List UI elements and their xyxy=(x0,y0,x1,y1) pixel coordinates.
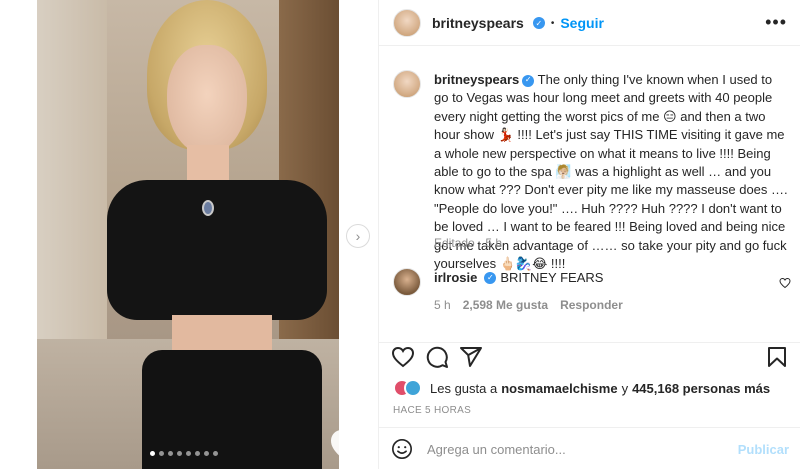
heart-overlay-icon xyxy=(331,430,339,456)
post-media[interactable]: › xyxy=(0,0,378,469)
add-comment-bar: Agrega un comentario... Publicar xyxy=(379,427,800,469)
actions-bar: Les gusta a nosmamaelchisme y 445,168 pe… xyxy=(379,342,800,427)
commenter-avatar[interactable] xyxy=(393,268,421,296)
comment-time: 5 h xyxy=(434,298,451,312)
author-avatar[interactable] xyxy=(393,9,421,37)
photo-pendant xyxy=(202,200,214,216)
comment-text: BRITNEY FEARS xyxy=(500,270,604,285)
more-icon: ••• xyxy=(765,12,787,32)
header-separator: • xyxy=(550,17,555,29)
carousel-dot xyxy=(168,451,173,456)
caption-avatar[interactable] xyxy=(393,70,421,98)
carousel-dots xyxy=(150,451,218,456)
chevron-right-icon: › xyxy=(355,228,361,244)
follow-button[interactable]: Seguir xyxy=(560,15,604,31)
caption-edited: Editado xyxy=(434,236,475,250)
photo-belly xyxy=(172,315,272,355)
carousel-dot xyxy=(186,451,191,456)
comment-likes[interactable]: 2,598 Me gusta xyxy=(463,298,548,312)
more-options-button[interactable]: ••• xyxy=(765,12,787,33)
photo-top xyxy=(107,180,327,320)
carousel-dot xyxy=(195,451,200,456)
publish-button[interactable]: Publicar xyxy=(738,442,789,457)
carousel-dot xyxy=(159,451,164,456)
post-panel: britneyspears ✓ • Seguir ••• britneyspea… xyxy=(378,0,800,469)
comment-input[interactable]: Agrega un comentario... xyxy=(427,442,566,457)
share-icon[interactable] xyxy=(459,345,483,369)
carousel-dot xyxy=(177,451,182,456)
carousel-dot xyxy=(213,451,218,456)
comment-icon[interactable] xyxy=(425,345,449,369)
liker-avatar[interactable] xyxy=(404,379,422,397)
commenter-username[interactable]: irlrosie xyxy=(434,270,477,285)
like-icon[interactable] xyxy=(391,345,415,369)
carousel-dot xyxy=(204,451,209,456)
verified-badge-icon: ✓ xyxy=(522,74,535,87)
photo-face xyxy=(167,45,247,155)
post-photo[interactable] xyxy=(37,0,339,469)
likes-conj: y xyxy=(621,380,629,396)
likes-summary: Les gusta a nosmamaelchisme y 445,168 pe… xyxy=(393,379,770,397)
likes-prefix: Les gusta a xyxy=(430,380,498,396)
carousel-next-button[interactable]: › xyxy=(346,224,370,248)
author-username[interactable]: britneyspears xyxy=(432,15,524,31)
verified-badge-icon: ✓ xyxy=(532,17,545,29)
reply-button[interactable]: Responder xyxy=(560,298,623,312)
likes-others[interactable]: 445,168 personas más xyxy=(632,381,770,396)
comments-area: britneyspears ✓ The only thing I've known… xyxy=(379,46,800,342)
post-timestamp[interactable]: HACE 5 HORAS xyxy=(393,405,471,416)
caption-username[interactable]: britneyspears xyxy=(434,72,519,87)
caption-meta: Editado · 5 h xyxy=(434,236,503,250)
comment-like-icon[interactable] xyxy=(779,277,791,289)
comment: irlrosie ✓ BRITNEY FEARS xyxy=(434,270,603,285)
caption-time: 5 h xyxy=(485,236,503,250)
post-header: britneyspears ✓ • Seguir ••• xyxy=(379,0,800,46)
carousel-dot xyxy=(150,451,155,456)
emoji-icon[interactable] xyxy=(391,438,413,460)
comment-meta: 5 h 2,598 Me gusta Responder xyxy=(434,298,623,312)
save-icon[interactable] xyxy=(765,345,789,369)
likes-user[interactable]: nosmamaelchisme xyxy=(501,381,617,396)
verified-badge-icon: ✓ xyxy=(484,271,497,284)
